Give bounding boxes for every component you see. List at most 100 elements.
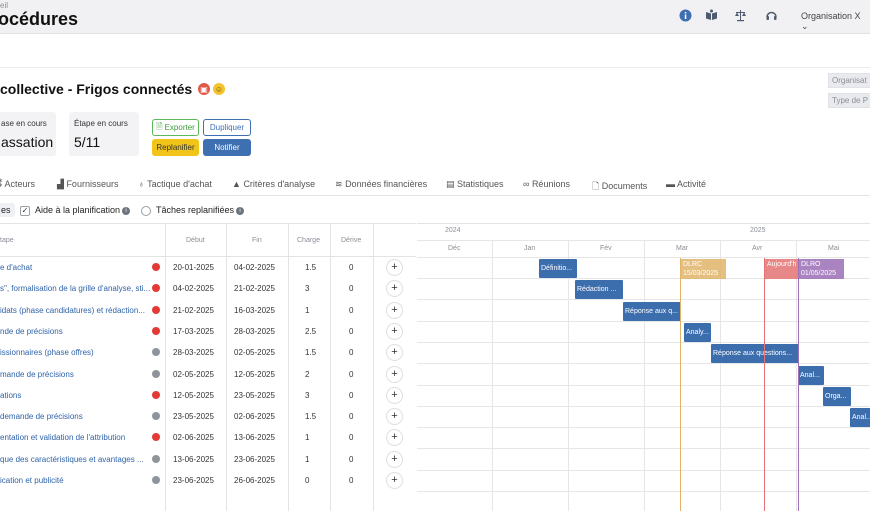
add-subtask-button[interactable]: + — [386, 280, 403, 298]
start-date[interactable]: 04-02-2025 — [173, 284, 214, 293]
end-date[interactable]: 04-02-2025 — [234, 263, 275, 272]
col-start[interactable]: Début — [186, 237, 205, 244]
add-subtask-button[interactable]: + — [386, 386, 403, 404]
start-date[interactable]: 21-02-2025 — [173, 306, 214, 315]
info-icon[interactable] — [679, 9, 692, 22]
gantt-task-bar[interactable]: Analy... — [684, 322, 711, 342]
notify-button[interactable]: Notifier — [203, 139, 251, 156]
add-subtask-button[interactable]: + — [386, 408, 403, 426]
end-date[interactable]: 13-06-2025 — [234, 433, 275, 442]
add-subtask-button[interactable]: + — [386, 322, 403, 340]
aid-planning-checkbox[interactable]: ✓ — [20, 206, 30, 216]
charge-value[interactable]: 1 — [305, 455, 309, 464]
duplicate-button[interactable]: Dupliquer — [203, 119, 251, 136]
start-date[interactable]: 02-05-2025 — [173, 370, 214, 379]
charge-value[interactable]: 1.5 — [305, 412, 316, 421]
start-date[interactable]: 02-06-2025 — [173, 433, 214, 442]
charge-value[interactable]: 2.5 — [305, 327, 316, 336]
start-date[interactable]: 20-01-2025 — [173, 263, 214, 272]
step-name[interactable]: nde de précisions — [0, 327, 152, 336]
tab-documents[interactable]: 🗋 Documents — [592, 179, 647, 195]
headset-icon[interactable] — [765, 9, 778, 22]
step-name[interactable]: mande de précisions — [0, 370, 152, 379]
table-row[interactable]: idats (phase candidatures) et rédaction.… — [0, 300, 416, 321]
end-date[interactable]: 28-03-2025 — [234, 327, 275, 336]
charge-value[interactable]: 2 — [305, 370, 309, 379]
add-subtask-button[interactable]: + — [386, 259, 403, 276]
add-subtask-button[interactable]: + — [386, 429, 403, 447]
table-row[interactable]: que des caractéristiques et avantages ..… — [0, 449, 416, 470]
step-name[interactable]: ication et publicité — [0, 476, 152, 485]
table-row[interactable]: mande de précisions 02-05-2025 12-05-2025 2… — [0, 364, 416, 385]
charge-value[interactable]: 3 — [305, 391, 309, 400]
add-subtask-button[interactable]: + — [386, 472, 403, 489]
tab-donnees-financieres[interactable]: ≋ Données financières — [335, 179, 427, 190]
step-name[interactable]: ations — [0, 391, 152, 400]
table-row[interactable]: demande de précisions 23-05-2025 02-06-202… — [0, 406, 416, 427]
end-date[interactable]: 26-06-2025 — [234, 476, 275, 485]
start-date[interactable]: 17-03-2025 — [173, 327, 214, 336]
step-name[interactable]: que des caractéristiques et avantages ..… — [0, 455, 152, 464]
charge-value[interactable]: 1.5 — [305, 263, 316, 272]
start-date[interactable]: 23-05-2025 — [173, 412, 214, 421]
tab-activite[interactable]: ▬ Activité — [666, 179, 706, 189]
gantt-task-bar[interactable]: Réponse aux q... — [623, 301, 681, 321]
table-row[interactable]: issionnaires (phase offres) 28-03-2025 02-… — [0, 342, 416, 363]
end-date[interactable]: 16-03-2025 — [234, 306, 275, 315]
milestone-label[interactable]: Aujourd'h — [764, 259, 798, 279]
table-row[interactable]: nde de précisions 17-03-2025 28-03-2025 2.5… — [0, 321, 416, 342]
add-subtask-button[interactable]: + — [386, 365, 403, 383]
charge-value[interactable]: 3 — [305, 284, 309, 293]
col-end[interactable]: Fin — [252, 237, 262, 244]
project-type-tag[interactable]: Type de P — [828, 93, 870, 108]
charge-value[interactable]: 1.5 — [305, 348, 316, 357]
replanned-tasks-toggle[interactable] — [141, 206, 151, 216]
step-name[interactable]: entation et validation de l'attribution — [0, 433, 152, 442]
end-date[interactable]: 02-06-2025 — [234, 412, 275, 421]
step-name[interactable]: demande de précisions — [0, 412, 152, 421]
charge-value[interactable]: 1 — [305, 433, 309, 442]
tab-criteres[interactable]: ▲ Critères d'analyse — [232, 179, 315, 189]
tab-reunions[interactable]: ∞ Réunions — [523, 179, 570, 189]
milestone-label[interactable]: DLRO 01/05/2025 — [798, 259, 844, 279]
tab-fournisseurs[interactable]: ▟ Fournisseurs — [57, 179, 118, 190]
gantt-task-bar[interactable]: Anal... — [850, 408, 870, 428]
replan-button[interactable]: Replanifier — [152, 139, 199, 156]
table-row[interactable]: ations 12-05-2025 23-05-2025 3 0 + — [0, 385, 416, 406]
end-date[interactable]: 23-05-2025 — [234, 391, 275, 400]
scales-icon[interactable] — [734, 9, 747, 22]
col-charge[interactable]: Charge — [297, 237, 320, 244]
step-name[interactable]: idats (phase candidatures) et rédaction.… — [0, 306, 152, 315]
col-step[interactable]: tape — [0, 237, 14, 244]
col-drift[interactable]: Dérive — [341, 237, 361, 244]
start-date[interactable]: 13-06-2025 — [173, 455, 214, 464]
gantt-task-bar[interactable]: Définitio... — [539, 259, 577, 278]
gantt-task-bar[interactable]: Rédaction ... — [575, 280, 623, 300]
milestone-label[interactable]: DLRC 15/03/2025 — [680, 259, 726, 279]
add-subtask-button[interactable]: + — [386, 450, 403, 468]
table-row[interactable]: e d'achat 20-01-2025 04-02-2025 1.5 0 + — [0, 257, 416, 278]
start-date[interactable]: 23-06-2025 — [173, 476, 214, 485]
book-icon[interactable] — [705, 9, 718, 22]
step-name[interactable]: issionnaires (phase offres) — [0, 348, 152, 357]
gantt-task-bar[interactable]: Orga... — [823, 386, 851, 406]
add-subtask-button[interactable]: + — [386, 301, 403, 319]
charge-value[interactable]: 0 — [305, 476, 309, 485]
tab-acteurs[interactable]: ⁑ Acteurs — [0, 179, 35, 190]
add-subtask-button[interactable]: + — [386, 344, 403, 362]
step-name[interactable]: s", formalisation de la grille d'analyse… — [0, 284, 152, 293]
tab-statistiques[interactable]: ▤ Statistiques — [446, 179, 504, 190]
start-date[interactable]: 28-03-2025 — [173, 348, 214, 357]
end-date[interactable]: 23-06-2025 — [234, 455, 275, 464]
charge-value[interactable]: 1 — [305, 306, 309, 315]
start-date[interactable]: 12-05-2025 — [173, 391, 214, 400]
view-toggle[interactable]: es — [0, 203, 15, 217]
organisation-selector[interactable]: Organisation X ⌄ — [801, 11, 870, 32]
end-date[interactable]: 21-02-2025 — [234, 284, 275, 293]
tab-tactique[interactable]: ♁ Tactique d'achat — [138, 179, 212, 189]
gantt-task-bar[interactable]: Réponse aux questions... — [711, 344, 799, 364]
end-date[interactable]: 12-05-2025 — [234, 370, 275, 379]
table-row[interactable]: entation et validation de l'attribution 0… — [0, 427, 416, 448]
gantt-task-bar[interactable]: Anal... — [798, 365, 824, 385]
table-row[interactable]: s", formalisation de la grille d'analyse… — [0, 278, 416, 299]
